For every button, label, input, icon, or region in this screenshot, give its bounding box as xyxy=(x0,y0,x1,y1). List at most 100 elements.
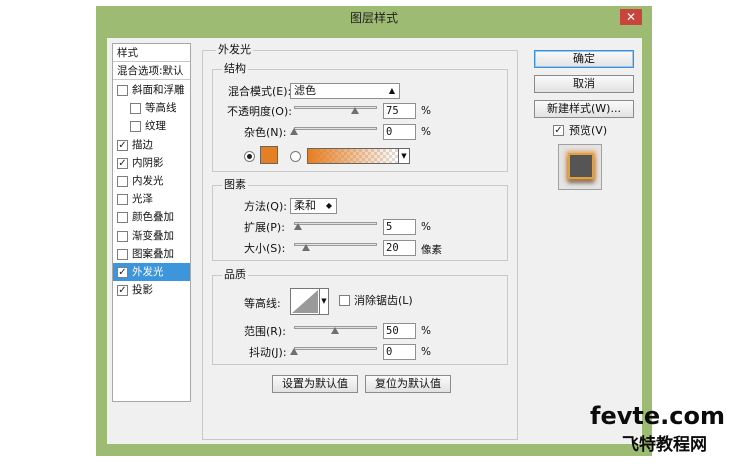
spread-slider[interactable] xyxy=(294,222,377,225)
jitter-input[interactable]: 0 xyxy=(383,344,416,360)
style-item-label: 内发光 xyxy=(132,175,164,187)
style-item-label: 图案叠加 xyxy=(132,247,174,260)
noise-input[interactable]: 0 xyxy=(383,124,416,140)
style-preview-thumbnail xyxy=(558,144,602,190)
watermark-site-name: 飞特教程网 xyxy=(622,435,707,455)
gradient-dropdown-icon[interactable]: ▼ xyxy=(399,148,410,164)
style-item[interactable]: ✓ 投影 xyxy=(113,281,190,299)
style-item[interactable]: 图案叠加 xyxy=(113,245,190,263)
style-item[interactable]: 纹理 xyxy=(113,117,190,135)
style-item-checkbox[interactable] xyxy=(130,103,141,115)
preview-checkbox[interactable]: ✓ xyxy=(553,125,564,136)
method-value: 柔和 xyxy=(294,199,316,212)
new-style-button[interactable]: 新建样式(W)... xyxy=(534,100,634,118)
spread-input[interactable]: 5 xyxy=(383,219,416,235)
style-item-checkbox[interactable] xyxy=(117,212,128,224)
glow-gradient-swatch[interactable] xyxy=(307,148,399,164)
noise-unit: % xyxy=(421,126,431,138)
style-item[interactable]: ✓ 内阴影 xyxy=(113,154,190,172)
style-item[interactable]: 渐变叠加 xyxy=(113,227,190,245)
style-list: 样式 混合选项:默认 斜面和浮雕等高线纹理 ✓ 描边 ✓ 内阴影内发光光泽颜色叠加渐变叠… xyxy=(112,43,191,402)
preview-label: 预览(V) xyxy=(569,124,608,137)
glow-color-swatch[interactable] xyxy=(260,146,278,164)
contour-curve-icon xyxy=(292,290,318,313)
make-default-button[interactable]: 设置为默认值 xyxy=(272,375,358,393)
dialog-title: 图层样式 xyxy=(349,11,398,25)
range-label: 范围(R): xyxy=(244,325,286,338)
jitter-label: 抖动(J): xyxy=(249,346,287,359)
style-item-label: 描边 xyxy=(132,138,153,151)
spread-unit: % xyxy=(421,221,431,233)
opacity-slider[interactable] xyxy=(294,106,377,109)
style-item-checkbox[interactable] xyxy=(117,230,128,242)
style-item-checkbox[interactable]: ✓ xyxy=(117,157,128,169)
range-unit: % xyxy=(421,325,431,337)
style-item-label: 纹理 xyxy=(145,120,166,133)
size-slider-thumb[interactable] xyxy=(302,244,310,251)
style-item-label: 光泽 xyxy=(132,193,153,206)
method-label: 方法(Q): xyxy=(244,200,287,213)
style-item[interactable]: 颜色叠加 xyxy=(113,208,190,226)
contour-label: 等高线: xyxy=(244,297,281,310)
style-item-checkbox[interactable] xyxy=(130,121,141,133)
style-item-label: 颜色叠加 xyxy=(132,211,174,224)
select-arrows-icon: ◆ xyxy=(325,201,332,210)
blend-mode-label: 混合模式(E): xyxy=(228,85,292,98)
style-item-checkbox[interactable] xyxy=(117,194,128,206)
style-item[interactable]: 光泽 xyxy=(113,190,190,208)
blend-mode-value: 滤色 xyxy=(294,84,316,97)
noise-slider-thumb[interactable] xyxy=(290,128,298,135)
style-item-checkbox[interactable]: ✓ xyxy=(117,139,128,151)
style-item[interactable]: 等高线 xyxy=(113,99,190,117)
opacity-label: 不透明度(O): xyxy=(227,105,292,118)
jitter-slider-thumb[interactable] xyxy=(290,348,298,355)
opacity-slider-thumb[interactable] xyxy=(351,107,359,114)
method-select[interactable]: 柔和 ◆ xyxy=(290,198,337,214)
blend-mode-select[interactable]: 滤色 ▲ xyxy=(290,83,400,99)
blend-options-item[interactable]: 混合选项:默认 xyxy=(113,62,190,80)
style-list-header: 样式 xyxy=(113,44,190,62)
contour-picker[interactable] xyxy=(290,288,320,315)
range-input[interactable]: 50 xyxy=(383,323,416,339)
select-arrows-icon: ▲ xyxy=(388,86,395,95)
ok-button[interactable]: 确定 xyxy=(534,50,634,68)
antialias-label: 消除锯齿(L) xyxy=(354,294,413,307)
spread-slider-thumb[interactable] xyxy=(294,223,302,230)
elements-title: 图素 xyxy=(222,178,248,191)
style-item-label: 内阴影 xyxy=(132,156,164,169)
spread-label: 扩展(P): xyxy=(244,221,285,234)
reset-default-button[interactable]: 复位为默认值 xyxy=(365,375,451,393)
gradient-radio[interactable] xyxy=(290,151,301,162)
style-item-label: 等高线 xyxy=(145,102,177,115)
close-button[interactable]: ✕ xyxy=(620,9,642,25)
dialog-body: 样式 混合选项:默认 斜面和浮雕等高线纹理 ✓ 描边 ✓ 内阴影内发光光泽颜色叠加渐变叠… xyxy=(107,38,642,444)
style-item[interactable]: 内发光 xyxy=(113,172,190,190)
style-item[interactable]: ✓ 描边 xyxy=(113,136,190,154)
noise-slider[interactable] xyxy=(294,127,377,130)
style-item-checkbox[interactable]: ✓ xyxy=(117,285,128,297)
style-item-checkbox[interactable] xyxy=(117,176,128,187)
style-item-checkbox[interactable] xyxy=(117,85,128,96)
antialias-checkbox[interactable] xyxy=(339,295,350,306)
style-item-checkbox[interactable] xyxy=(117,248,128,260)
jitter-unit: % xyxy=(421,346,431,358)
range-slider-thumb[interactable] xyxy=(331,327,339,334)
outer-glow-title: 外发光 xyxy=(216,43,253,56)
preview-square xyxy=(568,153,594,179)
size-unit: 像素 xyxy=(421,244,442,256)
style-item[interactable]: ✓ 外发光 xyxy=(113,263,190,281)
cancel-button[interactable]: 取消 xyxy=(534,75,634,93)
size-label: 大小(S): xyxy=(244,242,286,255)
contour-dropdown-icon[interactable]: ▼ xyxy=(320,288,329,315)
style-item-label: 外发光 xyxy=(132,266,164,278)
quality-title: 品质 xyxy=(222,268,248,281)
solid-color-radio[interactable] xyxy=(244,151,255,162)
size-input[interactable]: 20 xyxy=(383,240,416,256)
style-item-checkbox[interactable]: ✓ xyxy=(117,267,128,278)
structure-title: 结构 xyxy=(222,62,248,75)
style-item[interactable]: 斜面和浮雕 xyxy=(113,81,190,99)
style-item-label: 渐变叠加 xyxy=(132,229,174,242)
style-item-label: 斜面和浮雕 xyxy=(132,84,185,96)
opacity-input[interactable]: 75 xyxy=(383,103,416,119)
jitter-slider[interactable] xyxy=(294,347,377,350)
